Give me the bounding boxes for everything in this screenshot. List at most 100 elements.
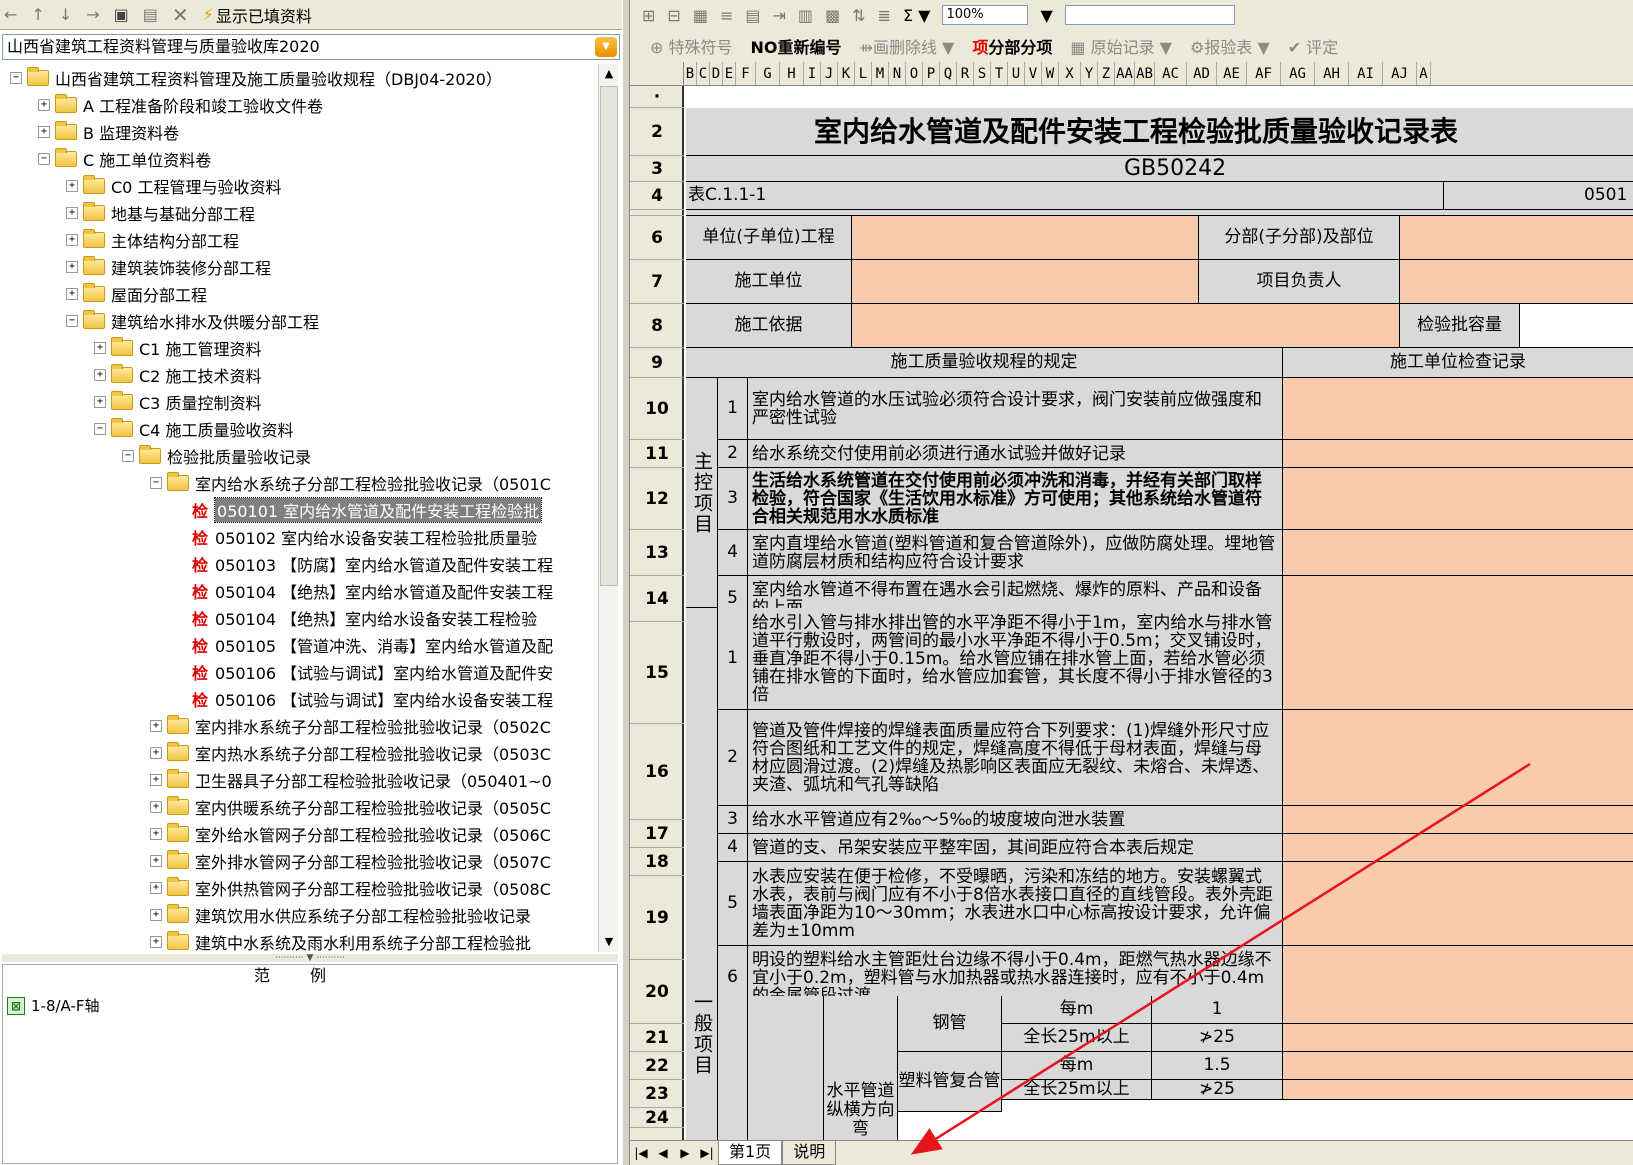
back-icon[interactable]: ← — [4, 5, 17, 24]
project-manager-field[interactable] — [1400, 260, 1633, 304]
expand-icon[interactable]: + — [66, 233, 78, 246]
collapse-icon[interactable]: − — [94, 422, 106, 435]
paste-icon[interactable]: ▤ — [143, 5, 158, 24]
column-header-cell[interactable]: AA — [1115, 62, 1135, 85]
expand-icon[interactable]: + — [66, 260, 78, 273]
row-header-cell[interactable]: 14 — [630, 576, 684, 622]
expand-icon[interactable]: + — [66, 179, 78, 192]
expand-icon[interactable]: + — [38, 125, 50, 138]
requirement-text[interactable]: 室内给水管道的水压试验必须符合设计要求，阀门安装前应做强度和严密性试验 — [748, 378, 1283, 440]
row-header-cell[interactable]: 22 — [630, 1052, 684, 1080]
row-header-cell[interactable]: 17 — [630, 820, 684, 848]
row-header-cell[interactable]: 18 — [630, 848, 684, 876]
column-header-cell[interactable]: U — [1008, 62, 1025, 85]
renumber-button[interactable]: NO重新编号 — [751, 34, 842, 58]
tree-item[interactable]: 检 050103 【防腐】室内给水管道及配件安装工程 — [178, 550, 553, 577]
prev-sheet-icon[interactable]: ◀ — [652, 1146, 674, 1160]
report-button[interactable]: ⚙报验表 ▼ — [1190, 34, 1270, 58]
column-header-cell[interactable]: M — [872, 62, 889, 85]
check-record-cell[interactable] — [1283, 530, 1633, 576]
border-icon[interactable]: ⊞ — [642, 6, 655, 25]
column-header-cell[interactable]: B — [684, 62, 697, 85]
check-record-cell[interactable] — [1283, 378, 1633, 440]
collapse-icon[interactable]: − — [10, 71, 22, 84]
expand-icon[interactable]: + — [38, 98, 50, 111]
tree-item[interactable]: + 室外供热管网子分部工程检验批验收记录（0508C — [150, 874, 551, 901]
print-icon[interactable]: ▦ — [693, 6, 708, 25]
column-header-cell[interactable]: AC — [1155, 62, 1187, 85]
tree-item[interactable]: + C0 工程管理与验收资料 — [66, 172, 281, 199]
column-header-cell[interactable]: AJ — [1383, 62, 1417, 85]
chevron-down-icon[interactable]: ▼ — [595, 37, 617, 57]
tree-item[interactable]: − 建筑给水排水及供暖分部工程 — [66, 307, 319, 334]
align-icon[interactable]: ≡ — [720, 6, 733, 25]
row-header-cell[interactable]: 20 — [630, 960, 684, 1024]
first-sheet-icon[interactable]: |◀ — [630, 1146, 652, 1160]
up-icon[interactable]: ↑ — [31, 5, 44, 24]
expand-icon[interactable]: + — [150, 908, 162, 921]
tree-item[interactable]: + 室外给水管网子分部工程检验批验收记录（0506C — [150, 820, 551, 847]
chart-icon[interactable]: ▥ — [798, 6, 813, 25]
expand-icon[interactable]: + — [94, 395, 106, 408]
forward-icon[interactable]: → — [86, 5, 99, 24]
row-header-cell[interactable]: · — [630, 86, 684, 108]
merge-icon[interactable]: ⊟ — [667, 6, 680, 25]
tree-item[interactable]: + 室内排水系统子分部工程检验批验收记录（0502C — [150, 712, 551, 739]
tree-item[interactable]: + 室外排水管网子分部工程检验批验收记录（0507C — [150, 847, 551, 874]
column-header-cell[interactable]: F — [736, 62, 756, 85]
tree-item[interactable]: 检 050102 室内给水设备安装工程检验批质量验 — [178, 523, 537, 550]
column-header-cell[interactable]: Z — [1098, 62, 1115, 85]
tree-item[interactable]: − 室内给水系统子分部工程检验批验收记录（0501C — [150, 469, 551, 496]
special-symbol-button[interactable]: ⊕ 特殊符号 — [650, 34, 733, 58]
library-select[interactable]: 山西省建筑工程资料管理与质量验收库2020 ▼ — [2, 34, 620, 60]
check-record-cell[interactable] — [1283, 806, 1633, 834]
requirement-text[interactable]: 给水水平管道应有2‰～5‰的坡度坡向泄水装置 — [748, 806, 1283, 834]
form-title[interactable]: 室内给水管道及配件安装工程检验批质量验收记录表 — [686, 108, 1633, 156]
requirement-text[interactable]: 生活给水系统管道在交付使用前必须冲洗和消毒，并经有关部门取样检验，符合国家《生活… — [748, 468, 1283, 530]
expand-icon[interactable]: + — [94, 341, 106, 354]
expand-icon[interactable]: + — [150, 881, 162, 894]
check-record-cell[interactable] — [1283, 608, 1633, 710]
column-header-cell[interactable]: K — [838, 62, 855, 85]
contractor-field[interactable] — [852, 260, 1199, 304]
subitem-button[interactable]: 项分部分项 — [972, 34, 1052, 58]
row-header-cell[interactable]: 23 — [630, 1080, 684, 1108]
row-header-cell[interactable]: 2 — [630, 108, 684, 156]
table-number[interactable]: 表C.1.1-1 — [686, 182, 1444, 210]
zoom-dropdown-icon[interactable]: ▼ — [1040, 6, 1052, 25]
evaluate-button[interactable]: ✔ 评定 — [1288, 34, 1339, 58]
tree-item[interactable]: + B 监理资料卷 — [38, 118, 179, 145]
tree-item[interactable]: + C3 质量控制资料 — [94, 388, 261, 415]
tree-item[interactable]: + A 工程准备阶段和竣工验收文件卷 — [38, 91, 323, 118]
row-header-cell[interactable]: 16 — [630, 724, 684, 820]
column-header-cell[interactable]: Y — [1081, 62, 1098, 85]
row-header-cell[interactable]: 15 — [630, 622, 684, 724]
expand-icon[interactable]: + — [150, 827, 162, 840]
sum-icon[interactable]: Σ ▼ — [903, 6, 931, 25]
column-header-cell[interactable]: O — [906, 62, 923, 85]
column-header-cell[interactable]: E — [723, 62, 736, 85]
batch-capacity-field[interactable] — [1520, 304, 1633, 348]
tree-item[interactable]: 检 050106 【试验与调试】室内给水管道及配件安 — [178, 658, 553, 685]
vertical-splitter[interactable] — [622, 0, 630, 1165]
row-header-cell[interactable]: 13 — [630, 530, 684, 576]
sheet-tab-page1[interactable]: 第1页 — [718, 1141, 783, 1165]
column-header-cell[interactable]: J — [821, 62, 838, 85]
grid-icon[interactable]: ▩ — [825, 6, 840, 25]
collapse-icon[interactable]: − — [122, 449, 134, 462]
expand-icon[interactable]: + — [66, 287, 78, 300]
unit-project-field[interactable] — [852, 216, 1199, 260]
expand-icon[interactable]: + — [150, 854, 162, 867]
requirement-text[interactable]: 管道的支、吊架安装应平整牢固，其间距应符合本表后规定 — [748, 834, 1283, 862]
column-header-cell[interactable]: A — [1417, 62, 1431, 85]
column-header-cell[interactable]: AF — [1247, 62, 1281, 85]
row-header-cell[interactable]: 24 — [630, 1108, 684, 1128]
row-header-cell[interactable]: 19 — [630, 876, 684, 960]
column-header-cell[interactable]: Q — [940, 62, 957, 85]
column-header-cell[interactable]: AI — [1349, 62, 1383, 85]
indent-icon[interactable]: ⇥ — [772, 6, 785, 25]
row-header-cell[interactable]: 4 — [630, 182, 684, 210]
column-header-cell[interactable]: W — [1042, 62, 1059, 85]
tree-item[interactable]: + 建筑装饰装修分部工程 — [66, 253, 271, 280]
legend-item[interactable]: ⊠ 1-8/A-F轴 — [7, 995, 100, 1016]
